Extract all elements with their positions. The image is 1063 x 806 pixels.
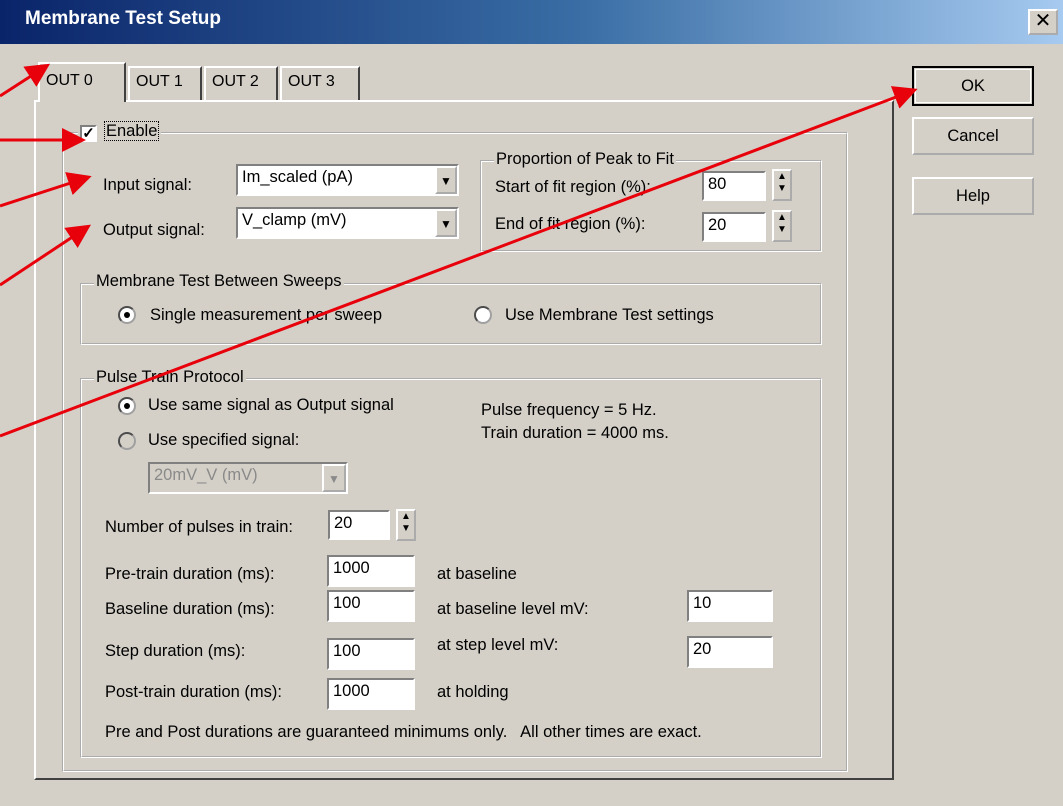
use-settings-radio[interactable] <box>474 306 492 324</box>
close-icon: ✕ <box>1034 10 1052 32</box>
use-settings-label: Use Membrane Test settings <box>505 306 714 324</box>
window-title: Membrane Test Setup <box>25 8 222 29</box>
baseline-label: Baseline duration (ms): <box>105 600 275 618</box>
end-fit-input[interactable]: 20 <box>702 212 766 242</box>
triangle-down-icon[interactable]: ▼ <box>322 464 346 492</box>
duration-footnote: Pre and Post durations are guaranteed mi… <box>105 723 702 741</box>
specified-signal-radio[interactable] <box>118 432 136 450</box>
single-measurement-label: Single measurement per sweep <box>150 306 383 324</box>
input-signal-label: Input signal: <box>103 176 192 194</box>
ok-label: OK <box>961 77 985 95</box>
up-down-arrows-icon[interactable]: ▲ ▼ <box>396 509 416 541</box>
same-signal-label: Use same signal as Output signal <box>148 396 394 414</box>
triangle-down-icon[interactable]: ▼ <box>435 209 457 237</box>
proportion-title: Proportion of Peak to Fit <box>494 150 676 169</box>
baseline-input[interactable]: 100 <box>327 590 415 622</box>
pre-train-input[interactable]: 1000 <box>327 555 415 587</box>
tab-out-0[interactable]: OUT 0 <box>38 62 126 102</box>
proportion-group <box>480 160 822 252</box>
tab-label: OUT 3 <box>288 73 335 90</box>
step-level-input[interactable]: 20 <box>687 636 773 668</box>
step-value: 100 <box>333 642 361 660</box>
end-fit-value: 20 <box>708 216 727 234</box>
specified-signal-value: 20mV_V (mV) <box>154 466 258 484</box>
cancel-label: Cancel <box>947 127 999 145</box>
pre-train-note: at baseline <box>437 565 517 583</box>
baseline-value: 100 <box>333 594 361 612</box>
start-fit-value: 80 <box>708 175 727 193</box>
specified-signal-select[interactable]: 20mV_V (mV) ▼ <box>148 462 348 494</box>
close-button[interactable]: ✕ <box>1028 9 1058 35</box>
output-signal-label: Output signal: <box>103 221 205 239</box>
post-train-value: 1000 <box>333 682 370 700</box>
output-signal-value: V_clamp (mV) <box>242 211 347 229</box>
input-signal-select[interactable]: Im_scaled (pA) ▼ <box>236 164 459 196</box>
enable-checkbox-row[interactable]: ✓ Enable <box>78 121 162 144</box>
output-signal-select[interactable]: V_clamp (mV) ▼ <box>236 207 459 239</box>
up-down-arrows-icon[interactable]: ▲ ▼ <box>772 169 792 201</box>
train-duration-text: Train duration = 4000 ms. <box>481 424 669 442</box>
start-fit-label: Start of fit region (%): <box>495 178 651 196</box>
num-pulses-label: Number of pulses in train: <box>105 518 294 536</box>
post-train-label: Post-train duration (ms): <box>105 683 282 701</box>
single-measurement-radio[interactable] <box>118 306 136 324</box>
tab-out-1[interactable]: OUT 1 <box>128 66 202 100</box>
end-fit-label: End of fit region (%): <box>495 215 646 233</box>
title-bar[interactable]: Membrane Test Setup ✕ <box>0 0 1063 44</box>
num-pulses-input[interactable]: 20 <box>328 510 390 540</box>
enable-checkbox[interactable]: ✓ <box>80 125 97 142</box>
pulse-frequency-text: Pulse frequency = 5 Hz. <box>481 401 657 419</box>
start-fit-input[interactable]: 80 <box>702 171 766 201</box>
tab-out-3[interactable]: OUT 3 <box>280 66 360 100</box>
tab-label: OUT 2 <box>212 73 259 90</box>
cancel-button[interactable]: Cancel <box>912 117 1034 155</box>
step-label: Step duration (ms): <box>105 642 246 660</box>
baseline-level-input[interactable]: 10 <box>687 590 773 622</box>
pulse-train-title: Pulse Train Protocol <box>94 368 246 387</box>
baseline-level-value: 10 <box>693 594 712 612</box>
step-input[interactable]: 100 <box>327 638 415 670</box>
tab-label: OUT 1 <box>136 73 183 90</box>
triangle-down-icon[interactable]: ▼ <box>435 166 457 194</box>
up-down-arrows-icon[interactable]: ▲ ▼ <box>772 210 792 242</box>
input-signal-value: Im_scaled (pA) <box>242 168 353 186</box>
tab-out-2[interactable]: OUT 2 <box>204 66 278 100</box>
between-sweeps-title: Membrane Test Between Sweeps <box>94 272 344 291</box>
same-signal-radio[interactable] <box>118 397 136 415</box>
check-icon: ✓ <box>82 125 95 142</box>
ok-button[interactable]: OK <box>912 66 1034 106</box>
specified-signal-label: Use specified signal: <box>148 431 300 449</box>
post-train-note: at holding <box>437 683 509 701</box>
help-label: Help <box>956 187 990 205</box>
post-train-input[interactable]: 1000 <box>327 678 415 710</box>
step-note: at step level mV: <box>437 636 559 654</box>
step-level-value: 20 <box>693 640 712 658</box>
tab-label: OUT 0 <box>46 72 93 89</box>
enable-label: Enable <box>104 121 160 141</box>
help-button[interactable]: Help <box>912 177 1034 215</box>
pre-train-value: 1000 <box>333 559 370 577</box>
pre-train-label: Pre-train duration (ms): <box>105 565 275 583</box>
baseline-note: at baseline level mV: <box>437 600 589 618</box>
num-pulses-value: 20 <box>334 514 353 532</box>
membrane-test-dialog: Membrane Test Setup ✕ OUT 0 OUT 1 OUT 2 … <box>0 0 1063 806</box>
